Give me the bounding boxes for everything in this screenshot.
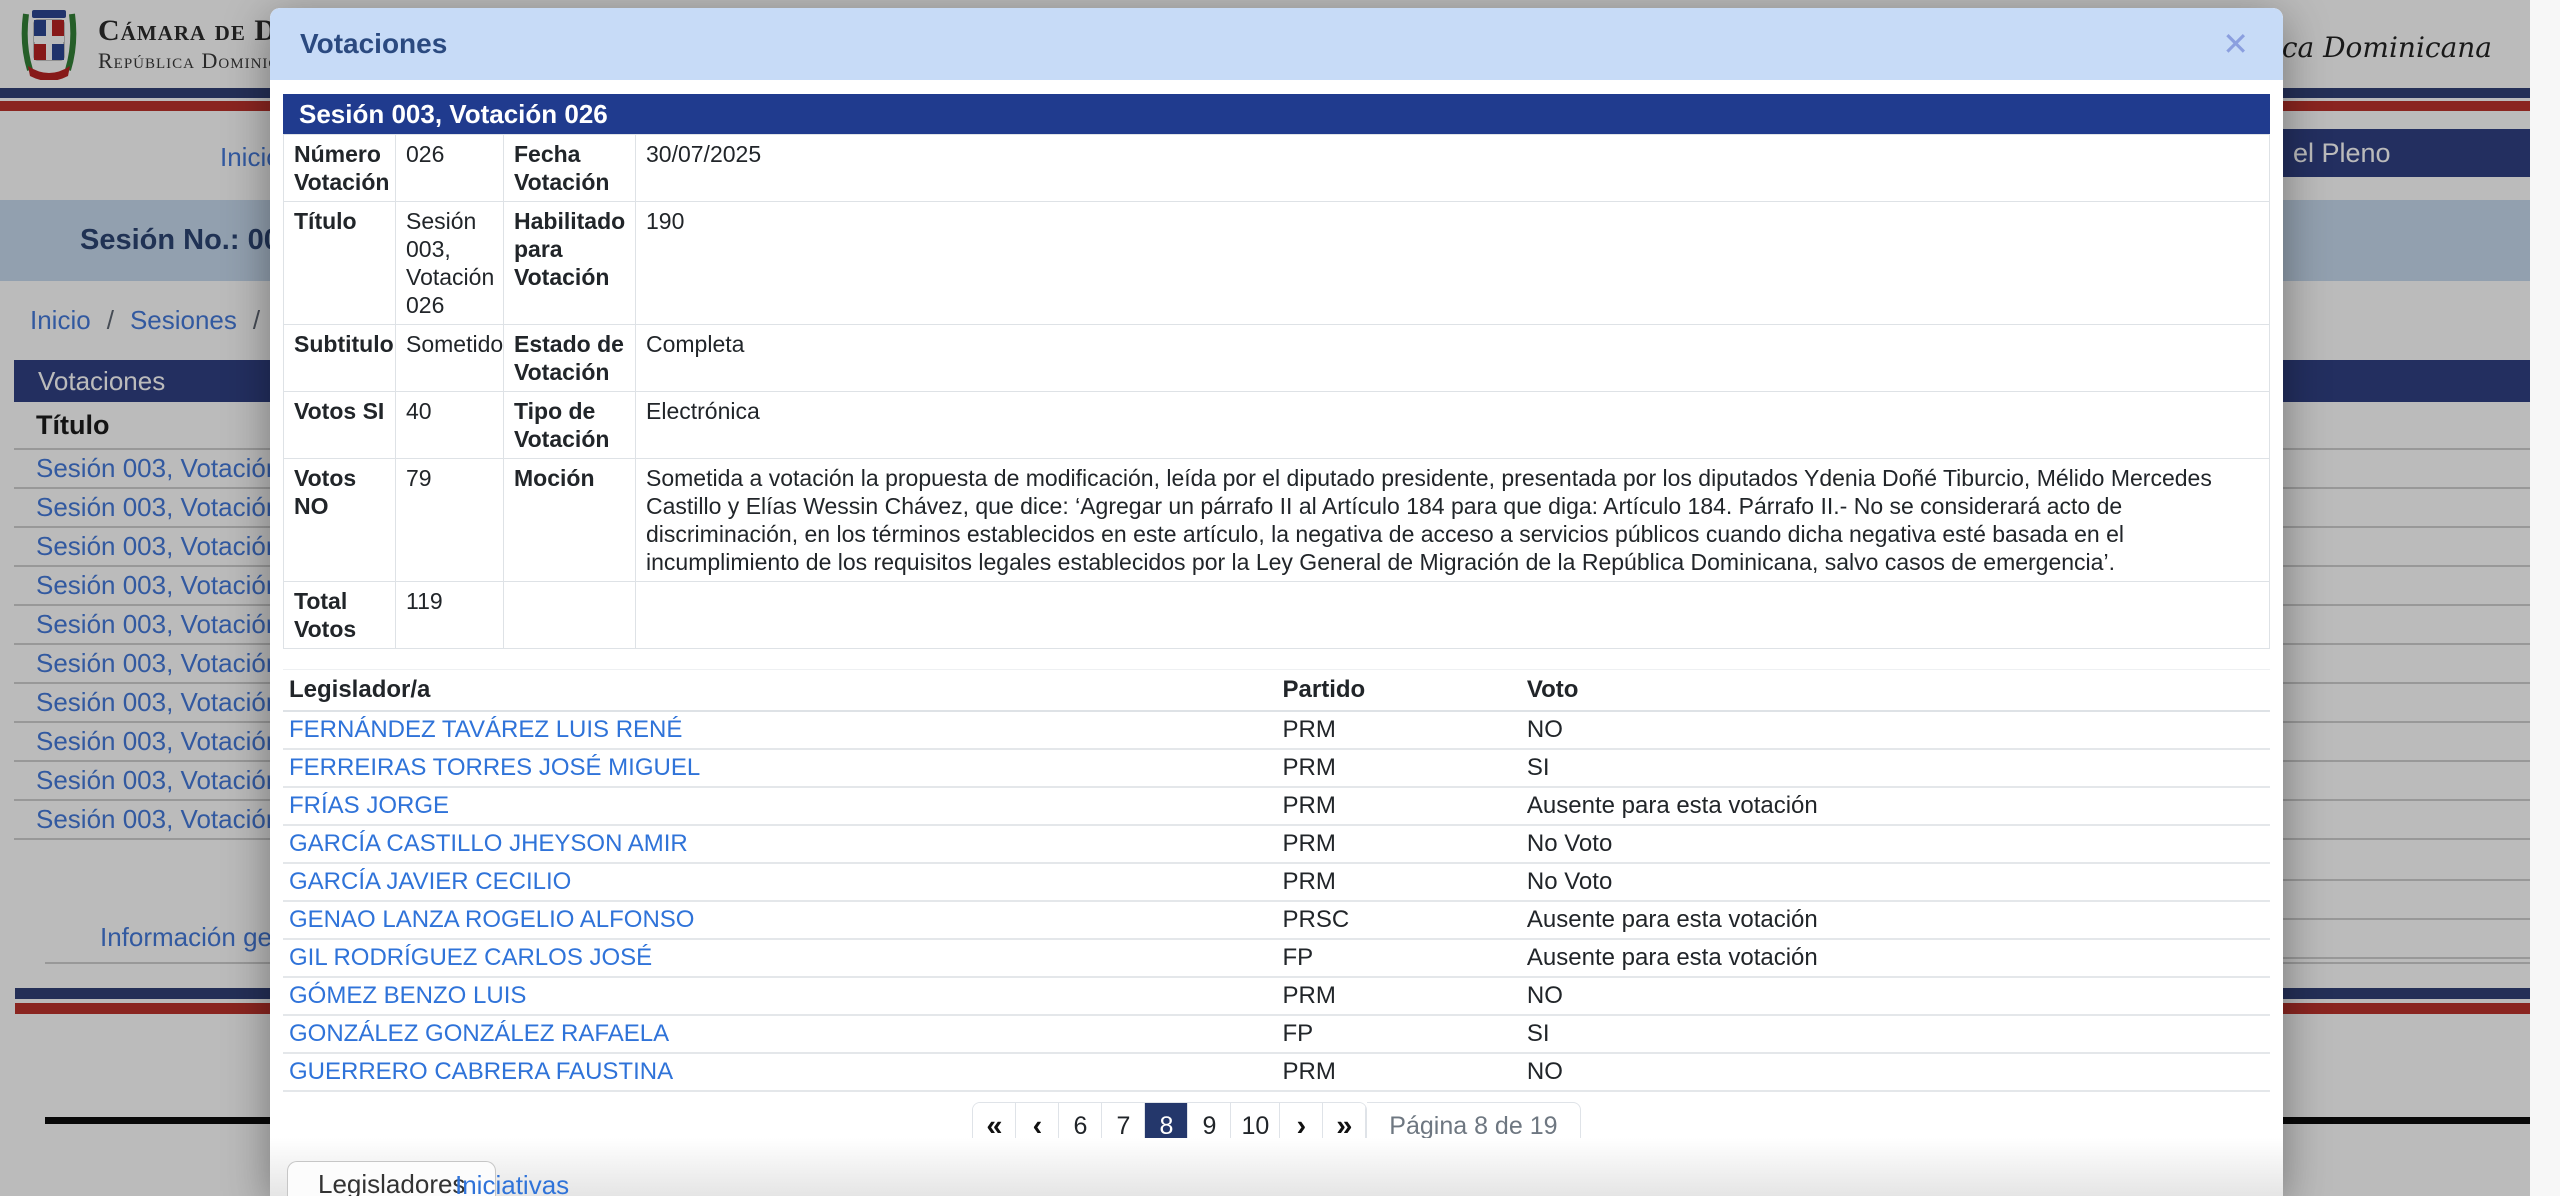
details-label: Votos SI (283, 391, 396, 459)
legislator-party: PRM (1276, 787, 1521, 826)
page-button[interactable]: › (1280, 1103, 1324, 1138)
legislator-row: GIL RODRÍGUEZ CARLOS JOSÉ FP Ausente par… (283, 939, 2270, 978)
modal-title: Votaciones (300, 28, 448, 59)
legislator-vote: No Voto (1520, 863, 2270, 902)
legislators-table: Legislador/a Partido Voto FERNÁNDEZ TAVÁ… (283, 669, 2270, 1092)
legislator-vote: SI (1520, 1015, 2270, 1054)
details-label: Habilitado para Votación (503, 201, 636, 325)
legislator-link[interactable]: FERNÁNDEZ TAVÁREZ LUIS RENÉ (289, 716, 682, 743)
details-label: Votos NO (283, 458, 396, 582)
page-button[interactable]: 8 (1145, 1103, 1189, 1138)
votacion-details-table: Número Votación 026 Fecha Votación 30/07… (283, 134, 2270, 649)
legislator-party: PRM (1276, 711, 1521, 750)
legislator-vote: Ausente para esta votación (1520, 939, 2270, 978)
legislator-row: GUERRERO CABRERA FAUSTINA PRM NO (283, 1053, 2270, 1092)
legislator-party: FP (1276, 939, 1521, 978)
pagination-row: «‹ 6 7 8 9 10 ›» Página 8 de 19 (283, 1102, 2270, 1138)
page-button[interactable]: 9 (1188, 1103, 1232, 1138)
details-label: Tipo de Votación (503, 391, 636, 459)
legislator-vote: No Voto (1520, 825, 2270, 864)
close-icon[interactable]: ✕ (2222, 28, 2249, 60)
details-row: Votos NO 79 Moción Sometida a votación l… (283, 458, 2270, 582)
legislator-row: FERNÁNDEZ TAVÁREZ LUIS RENÉ PRM NO (283, 711, 2270, 750)
details-value: Sometida a votación la propuesta de modi… (635, 458, 2270, 582)
details-value (635, 581, 2270, 649)
page-button[interactable]: ‹ (1016, 1103, 1060, 1138)
page-button[interactable]: » (1323, 1103, 1367, 1138)
legislator-link[interactable]: GONZÁLEZ GONZÁLEZ RAFAELA (289, 1020, 669, 1047)
legislator-vote: NO (1520, 977, 2270, 1016)
legislator-link[interactable]: GARCÍA JAVIER CECILIO (289, 868, 571, 895)
votaciones-modal: Votaciones ✕ Sesión 003, Votación 026 Nú… (270, 8, 2283, 1196)
details-value: 119 (395, 581, 504, 649)
details-value: 40 (395, 391, 504, 459)
scrollbar-track[interactable] (2530, 0, 2560, 1196)
legislator-row: GENAO LANZA ROGELIO ALFONSO PRSC Ausente… (283, 901, 2270, 940)
details-row: Total Votos 119 (283, 581, 2270, 649)
details-value: Electrónica (635, 391, 2270, 459)
page-button[interactable]: 10 (1231, 1103, 1281, 1138)
legislator-vote: SI (1520, 749, 2270, 788)
legislator-link[interactable]: FERREIRAS TORRES JOSÉ MIGUEL (289, 754, 700, 781)
legislator-row: GARCÍA CASTILLO JHEYSON AMIR PRM No Voto (283, 825, 2270, 864)
details-row: Subtitulo Sometido Estado de Votación Co… (283, 324, 2270, 392)
pagination-info: Página 8 de 19 (1389, 1111, 1558, 1139)
legislator-link[interactable]: GARCÍA CASTILLO JHEYSON AMIR (289, 830, 688, 857)
legislator-link[interactable]: GÓMEZ BENZO LUIS (289, 982, 526, 1009)
page-button[interactable]: 6 (1059, 1103, 1103, 1138)
details-label: Subtitulo (283, 324, 396, 392)
legislator-link[interactable]: GIL RODRÍGUEZ CARLOS JOSÉ (289, 944, 652, 971)
modal-header: Votaciones ✕ (270, 8, 2283, 80)
legislator-party: PRM (1276, 977, 1521, 1016)
details-label (503, 581, 636, 649)
legislator-vote: Ausente para esta votación (1520, 901, 2270, 940)
details-row: Votos SI 40 Tipo de Votación Electrónica (283, 391, 2270, 459)
tab-iniciativas[interactable]: Iniciativas (455, 1170, 569, 1196)
col-header-legislador: Legislador/a (283, 669, 1277, 712)
legislator-vote: NO (1520, 711, 2270, 750)
details-value: 190 (635, 201, 2270, 325)
modal-content: Sesión 003, Votación 026 Número Votación… (270, 80, 2283, 1138)
modal-footer: Legisladores Iniciativas (270, 1138, 2283, 1196)
legislator-party: PRM (1276, 1053, 1521, 1092)
col-header-partido: Partido (1276, 669, 1521, 712)
votacion-caption: Sesión 003, Votación 026 (283, 94, 2270, 134)
legislator-row: GONZÁLEZ GONZÁLEZ RAFAELA FP SI (283, 1015, 2270, 1054)
legislator-party: PRM (1276, 825, 1521, 864)
legislator-party: PRSC (1276, 901, 1521, 940)
legislator-link[interactable]: FRÍAS JORGE (289, 792, 449, 819)
col-header-voto: Voto (1520, 669, 2270, 712)
details-value: Completa (635, 324, 2270, 392)
legislator-row: FERREIRAS TORRES JOSÉ MIGUEL PRM SI (283, 749, 2270, 788)
details-label: Estado de Votación (503, 324, 636, 392)
details-label: Moción (503, 458, 636, 582)
legislator-party: PRM (1276, 863, 1521, 902)
legislator-row: GÓMEZ BENZO LUIS PRM NO (283, 977, 2270, 1016)
details-value: 30/07/2025 (635, 134, 2270, 202)
details-label: Fecha Votación (503, 134, 636, 202)
pagination: «‹ 6 7 8 9 10 ›» (972, 1102, 1368, 1138)
details-value: Sesión 003, Votación 026 (395, 201, 504, 325)
legislator-link[interactable]: GENAO LANZA ROGELIO ALFONSO (289, 906, 694, 933)
legislator-party: FP (1276, 1015, 1521, 1054)
legislators-header-row: Legislador/a Partido Voto (283, 669, 2270, 712)
details-label: Total Votos (283, 581, 396, 649)
details-value: 026 (395, 134, 504, 202)
legislator-vote: NO (1520, 1053, 2270, 1092)
details-row: Título Sesión 003, Votación 026 Habilita… (283, 201, 2270, 325)
details-value: Sometido (395, 324, 504, 392)
details-label: Título (283, 201, 396, 325)
legislator-row: GARCÍA JAVIER CECILIO PRM No Voto (283, 863, 2270, 902)
page-button[interactable]: « (973, 1103, 1017, 1138)
details-label: Número Votación (283, 134, 396, 202)
legislator-party: PRM (1276, 749, 1521, 788)
page-button[interactable]: 7 (1102, 1103, 1146, 1138)
legislator-row: FRÍAS JORGE PRM Ausente para esta votaci… (283, 787, 2270, 826)
details-row: Número Votación 026 Fecha Votación 30/07… (283, 134, 2270, 202)
legislator-link[interactable]: GUERRERO CABRERA FAUSTINA (289, 1058, 673, 1085)
details-value: 79 (395, 458, 504, 582)
legislator-vote: Ausente para esta votación (1520, 787, 2270, 826)
